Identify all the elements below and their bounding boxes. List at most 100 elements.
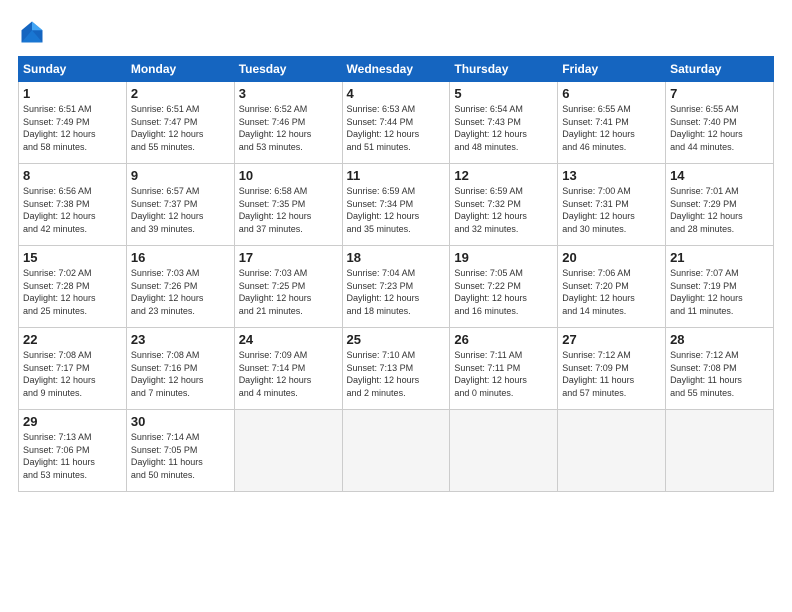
week-row-1: 1 Sunrise: 6:51 AM Sunset: 7:49 PM Daylig… — [19, 82, 774, 164]
day-number: 26 — [454, 332, 553, 347]
day-number: 4 — [347, 86, 446, 101]
day-number: 24 — [239, 332, 338, 347]
day-detail: Sunrise: 7:09 AM Sunset: 7:14 PM Dayligh… — [239, 349, 338, 399]
calendar-cell: 11 Sunrise: 6:59 AM Sunset: 7:34 PM Dayli… — [342, 164, 450, 246]
day-detail: Sunrise: 7:08 AM Sunset: 7:17 PM Dayligh… — [23, 349, 122, 399]
day-number: 18 — [347, 250, 446, 265]
day-detail: Sunrise: 7:12 AM Sunset: 7:09 PM Dayligh… — [562, 349, 661, 399]
calendar-cell: 3 Sunrise: 6:52 AM Sunset: 7:46 PM Daylig… — [234, 82, 342, 164]
calendar-cell — [666, 410, 774, 492]
calendar-table: SundayMondayTuesdayWednesdayThursdayFrid… — [18, 56, 774, 492]
calendar-cell: 20 Sunrise: 7:06 AM Sunset: 7:20 PM Dayli… — [558, 246, 666, 328]
day-detail: Sunrise: 7:06 AM Sunset: 7:20 PM Dayligh… — [562, 267, 661, 317]
calendar-cell: 17 Sunrise: 7:03 AM Sunset: 7:25 PM Dayli… — [234, 246, 342, 328]
day-detail: Sunrise: 6:59 AM Sunset: 7:34 PM Dayligh… — [347, 185, 446, 235]
calendar-body: 1 Sunrise: 6:51 AM Sunset: 7:49 PM Daylig… — [19, 82, 774, 492]
day-number: 10 — [239, 168, 338, 183]
calendar-cell: 8Sunrise: 6:56 AM Sunset: 7:38 PM Daylig… — [19, 164, 127, 246]
calendar-cell: 24 Sunrise: 7:09 AM Sunset: 7:14 PM Dayli… — [234, 328, 342, 410]
day-detail: Sunrise: 7:02 AM Sunset: 7:28 PM Dayligh… — [23, 267, 122, 317]
week-row-5: 29Sunrise: 7:13 AM Sunset: 7:06 PM Dayli… — [19, 410, 774, 492]
day-detail: Sunrise: 7:05 AM Sunset: 7:22 PM Dayligh… — [454, 267, 553, 317]
calendar-cell: 2 Sunrise: 6:51 AM Sunset: 7:47 PM Daylig… — [126, 82, 234, 164]
day-detail: Sunrise: 6:55 AM Sunset: 7:41 PM Dayligh… — [562, 103, 661, 153]
day-detail: Sunrise: 7:00 AM Sunset: 7:31 PM Dayligh… — [562, 185, 661, 235]
day-number: 25 — [347, 332, 446, 347]
day-number: 21 — [670, 250, 769, 265]
day-number: 27 — [562, 332, 661, 347]
calendar-cell: 9Sunrise: 6:57 AM Sunset: 7:37 PM Daylig… — [126, 164, 234, 246]
week-row-3: 15 Sunrise: 7:02 AM Sunset: 7:28 PM Dayli… — [19, 246, 774, 328]
calendar-cell: 23 Sunrise: 7:08 AM Sunset: 7:16 PM Dayli… — [126, 328, 234, 410]
calendar-cell: 21 Sunrise: 7:07 AM Sunset: 7:19 PM Dayli… — [666, 246, 774, 328]
calendar-cell — [450, 410, 558, 492]
day-detail: Sunrise: 7:08 AM Sunset: 7:16 PM Dayligh… — [131, 349, 230, 399]
calendar-cell: 29Sunrise: 7:13 AM Sunset: 7:06 PM Dayli… — [19, 410, 127, 492]
day-number: 23 — [131, 332, 230, 347]
calendar-cell: 22Sunrise: 7:08 AM Sunset: 7:17 PM Dayli… — [19, 328, 127, 410]
day-number: 9 — [131, 168, 230, 183]
weekday-header-wednesday: Wednesday — [342, 57, 450, 82]
week-row-2: 8Sunrise: 6:56 AM Sunset: 7:38 PM Daylig… — [19, 164, 774, 246]
day-number: 17 — [239, 250, 338, 265]
week-row-4: 22Sunrise: 7:08 AM Sunset: 7:17 PM Dayli… — [19, 328, 774, 410]
calendar-cell: 7Sunrise: 6:55 AM Sunset: 7:40 PM Daylig… — [666, 82, 774, 164]
day-number: 12 — [454, 168, 553, 183]
calendar-cell — [558, 410, 666, 492]
header — [18, 18, 774, 46]
day-number: 1 — [23, 86, 122, 101]
calendar-cell — [342, 410, 450, 492]
calendar-cell: 25Sunrise: 7:10 AM Sunset: 7:13 PM Dayli… — [342, 328, 450, 410]
day-number: 13 — [562, 168, 661, 183]
day-number: 3 — [239, 86, 338, 101]
day-number: 20 — [562, 250, 661, 265]
day-number: 2 — [131, 86, 230, 101]
day-detail: Sunrise: 6:52 AM Sunset: 7:46 PM Dayligh… — [239, 103, 338, 153]
day-detail: Sunrise: 6:59 AM Sunset: 7:32 PM Dayligh… — [454, 185, 553, 235]
calendar-cell: 12 Sunrise: 6:59 AM Sunset: 7:32 PM Dayli… — [450, 164, 558, 246]
day-number: 29 — [23, 414, 122, 429]
calendar-cell: 5 Sunrise: 6:54 AM Sunset: 7:43 PM Daylig… — [450, 82, 558, 164]
calendar-cell: 16Sunrise: 7:03 AM Sunset: 7:26 PM Dayli… — [126, 246, 234, 328]
calendar-cell: 13 Sunrise: 7:00 AM Sunset: 7:31 PM Dayli… — [558, 164, 666, 246]
day-number: 19 — [454, 250, 553, 265]
day-detail: Sunrise: 7:12 AM Sunset: 7:08 PM Dayligh… — [670, 349, 769, 399]
day-detail: Sunrise: 6:58 AM Sunset: 7:35 PM Dayligh… — [239, 185, 338, 235]
calendar-cell: 10 Sunrise: 6:58 AM Sunset: 7:35 PM Dayli… — [234, 164, 342, 246]
calendar-cell: 15 Sunrise: 7:02 AM Sunset: 7:28 PM Dayli… — [19, 246, 127, 328]
day-detail: Sunrise: 6:54 AM Sunset: 7:43 PM Dayligh… — [454, 103, 553, 153]
day-number: 16 — [131, 250, 230, 265]
calendar-cell: 19 Sunrise: 7:05 AM Sunset: 7:22 PM Dayli… — [450, 246, 558, 328]
calendar-cell: 14 Sunrise: 7:01 AM Sunset: 7:29 PM Dayli… — [666, 164, 774, 246]
calendar-cell — [234, 410, 342, 492]
day-detail: Sunrise: 6:56 AM Sunset: 7:38 PM Dayligh… — [23, 185, 122, 235]
calendar-cell: 1 Sunrise: 6:51 AM Sunset: 7:49 PM Daylig… — [19, 82, 127, 164]
day-detail: Sunrise: 6:55 AM Sunset: 7:40 PM Dayligh… — [670, 103, 769, 153]
day-detail: Sunrise: 7:11 AM Sunset: 7:11 PM Dayligh… — [454, 349, 553, 399]
day-number: 14 — [670, 168, 769, 183]
day-detail: Sunrise: 7:14 AM Sunset: 7:05 PM Dayligh… — [131, 431, 230, 481]
calendar-cell: 27 Sunrise: 7:12 AM Sunset: 7:09 PM Dayli… — [558, 328, 666, 410]
calendar-page: SundayMondayTuesdayWednesdayThursdayFrid… — [0, 0, 792, 612]
calendar-cell: 6 Sunrise: 6:55 AM Sunset: 7:41 PM Daylig… — [558, 82, 666, 164]
weekday-header-saturday: Saturday — [666, 57, 774, 82]
day-number: 5 — [454, 86, 553, 101]
day-number: 28 — [670, 332, 769, 347]
day-detail: Sunrise: 6:53 AM Sunset: 7:44 PM Dayligh… — [347, 103, 446, 153]
day-number: 15 — [23, 250, 122, 265]
calendar-cell: 26 Sunrise: 7:11 AM Sunset: 7:11 PM Dayli… — [450, 328, 558, 410]
day-number: 11 — [347, 168, 446, 183]
calendar-cell: 28 Sunrise: 7:12 AM Sunset: 7:08 PM Dayli… — [666, 328, 774, 410]
day-detail: Sunrise: 6:51 AM Sunset: 7:49 PM Dayligh… — [23, 103, 122, 153]
calendar-cell: 30 Sunrise: 7:14 AM Sunset: 7:05 PM Dayli… — [126, 410, 234, 492]
weekday-header-monday: Monday — [126, 57, 234, 82]
day-detail: Sunrise: 6:51 AM Sunset: 7:47 PM Dayligh… — [131, 103, 230, 153]
day-detail: Sunrise: 7:03 AM Sunset: 7:25 PM Dayligh… — [239, 267, 338, 317]
logo — [18, 18, 50, 46]
logo-icon — [18, 18, 46, 46]
day-detail: Sunrise: 7:01 AM Sunset: 7:29 PM Dayligh… — [670, 185, 769, 235]
day-number: 30 — [131, 414, 230, 429]
day-detail: Sunrise: 7:07 AM Sunset: 7:19 PM Dayligh… — [670, 267, 769, 317]
day-number: 6 — [562, 86, 661, 101]
calendar-cell: 18Sunrise: 7:04 AM Sunset: 7:23 PM Dayli… — [342, 246, 450, 328]
